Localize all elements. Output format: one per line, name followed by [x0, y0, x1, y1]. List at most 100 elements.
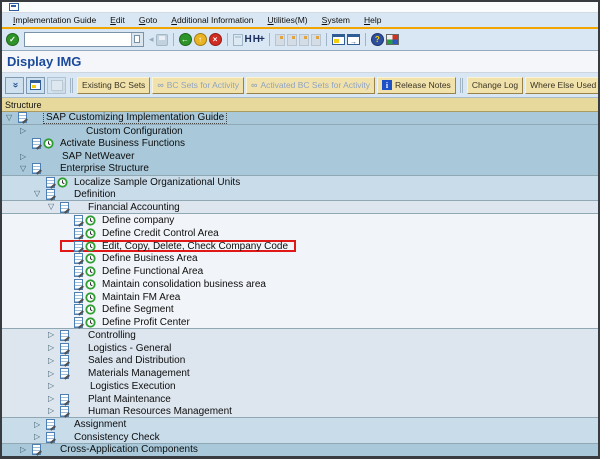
tree-item-label[interactable]: Logistics Execution [90, 381, 176, 392]
find-icon[interactable]: H [245, 34, 251, 45]
tree-row[interactable]: Define Segment [2, 303, 598, 316]
tree-row[interactable]: ▽SAP Customizing Implementation Guide [2, 112, 598, 125]
expand-arrow-icon[interactable]: ▷ [34, 421, 46, 429]
tree-item-label[interactable]: Maintain consolidation business area [102, 279, 266, 290]
tree-item-label[interactable]: Materials Management [88, 368, 190, 379]
tree-row[interactable]: ▷ Custom Configuration [2, 125, 598, 138]
position-button[interactable] [26, 77, 45, 94]
img-documentation-icon[interactable] [60, 368, 69, 379]
expand-arrow-icon[interactable]: ▷ [48, 395, 60, 403]
img-activity-icon[interactable] [85, 253, 96, 264]
collapse-arrow-icon[interactable]: ▽ [34, 190, 46, 198]
find-next-icon[interactable]: H+ [253, 34, 264, 45]
tree-row[interactable]: ▽ Financial Accounting [2, 201, 598, 214]
img-documentation-icon[interactable] [74, 317, 83, 328]
img-documentation-icon[interactable] [74, 241, 83, 252]
img-documentation-icon[interactable] [60, 394, 69, 405]
new-session-icon[interactable] [332, 34, 345, 45]
img-activity-icon[interactable] [85, 292, 96, 303]
menu-additional-information[interactable]: Additional Information [164, 15, 260, 25]
tree-row[interactable]: Maintain consolidation business area [2, 278, 598, 291]
tree-row[interactable]: ▷ Logistics Execution [2, 380, 598, 393]
customize-layout-icon[interactable] [386, 34, 399, 45]
img-documentation-icon[interactable] [74, 215, 83, 226]
enter-icon[interactable]: ✓ [6, 33, 19, 46]
tree-item-label[interactable]: Financial Accounting [88, 202, 180, 213]
img-activity-icon[interactable] [85, 266, 96, 277]
tree-item-label[interactable]: Definition [74, 189, 116, 200]
img-documentation-icon[interactable] [74, 292, 83, 303]
img-activity-icon[interactable] [85, 279, 96, 290]
img-activity-icon[interactable] [85, 304, 96, 315]
tree-item-label[interactable]: Define Segment [102, 304, 174, 315]
where-else-used-button[interactable]: Where Else Used [525, 77, 600, 94]
tree-item-label[interactable]: Human Resources Management [88, 406, 232, 417]
tree-item-label[interactable]: Assignment [74, 419, 126, 430]
tree-item-label[interactable]: Controlling [88, 330, 136, 341]
command-field[interactable] [24, 32, 144, 47]
tree-item-label[interactable]: SAP NetWeaver [62, 151, 134, 162]
img-documentation-icon[interactable] [74, 253, 83, 264]
expand-arrow-icon[interactable]: ▷ [34, 433, 46, 441]
collapse-arrow-icon[interactable]: ▽ [6, 114, 18, 122]
tree-row[interactable]: ▷ Sales and Distribution [2, 355, 598, 368]
img-documentation-icon[interactable] [60, 330, 69, 341]
tree-row[interactable]: Define Profit Center [2, 316, 598, 329]
tree-item-label[interactable]: Define Profit Center [102, 317, 190, 328]
command-dropdown-icon[interactable] [131, 33, 143, 46]
tree-item-label[interactable]: Consistency Check [74, 432, 160, 443]
expand-arrow-icon[interactable]: ▷ [48, 370, 60, 378]
tree-item-label[interactable]: Activate Business Functions [60, 138, 185, 149]
img-documentation-icon[interactable] [46, 177, 55, 188]
img-activity-icon[interactable] [85, 317, 96, 328]
menu-utilities[interactable]: Utilities(M) [261, 15, 315, 25]
create-shortcut-icon[interactable] [347, 34, 360, 45]
tree-row[interactable]: ▷ SAP NetWeaver [2, 150, 598, 163]
expand-arrow-icon[interactable]: ▷ [20, 153, 32, 161]
tree-row[interactable]: ▷ Plant Maintenance [2, 393, 598, 406]
img-documentation-icon[interactable] [60, 355, 69, 366]
img-documentation-icon[interactable] [74, 228, 83, 239]
tree-row[interactable]: ▷ Consistency Check [2, 431, 598, 444]
tree-row[interactable]: ▷Cross-Application Components [2, 444, 598, 456]
tree-item-label[interactable]: Cross-Application Components [60, 444, 198, 455]
existing-bc-sets-button[interactable]: Existing BC Sets [77, 77, 150, 94]
tree-row[interactable]: Define company [2, 214, 598, 227]
tree-row[interactable]: Activate Business Functions [2, 138, 598, 151]
help-icon[interactable]: ? [371, 33, 384, 46]
exit-icon[interactable]: ↑ [194, 33, 207, 46]
sap-window-icon[interactable] [9, 3, 19, 11]
tree-row[interactable]: ▷ Materials Management [2, 367, 598, 380]
expand-arrow-icon[interactable]: ▷ [48, 357, 60, 365]
img-documentation-icon[interactable] [46, 432, 55, 443]
expand-arrow-icon[interactable]: ▷ [48, 331, 60, 339]
expand-arrow-icon[interactable]: ▷ [20, 127, 32, 135]
img-documentation-icon[interactable] [32, 138, 41, 149]
collapse-arrow-icon[interactable]: ▽ [48, 203, 60, 211]
img-activity-icon[interactable] [57, 177, 68, 188]
tree-row[interactable]: ▷ Controlling [2, 329, 598, 342]
tree-item-label[interactable]: Maintain FM Area [102, 292, 180, 303]
img-documentation-icon[interactable] [74, 279, 83, 290]
img-activity-icon[interactable] [85, 215, 96, 226]
tree-item-label[interactable]: Logistics - General [88, 343, 171, 354]
img-activity-icon[interactable] [43, 138, 54, 149]
tree-item-label[interactable]: Custom Configuration [86, 126, 183, 137]
img-documentation-icon[interactable] [60, 202, 69, 213]
tree-item-label[interactable]: Edit, Copy, Delete, Check Company Code [102, 241, 288, 252]
tree-row[interactable]: Define Functional Area [2, 265, 598, 278]
tree-row[interactable]: ▷ Human Resources Management [2, 406, 598, 419]
tree-item-label[interactable]: Sales and Distribution [88, 355, 185, 366]
menu-help[interactable]: Help [357, 15, 388, 25]
tree-item-label[interactable]: Enterprise Structure [60, 163, 149, 174]
menu-system[interactable]: System [315, 15, 357, 25]
tree-row[interactable]: Define Credit Control Area [2, 227, 598, 240]
tree-row[interactable]: Define Business Area [2, 252, 598, 265]
img-documentation-icon[interactable] [32, 163, 41, 174]
img-documentation-icon[interactable] [74, 304, 83, 315]
expand-arrow-icon[interactable]: ▷ [48, 407, 60, 415]
img-documentation-icon[interactable] [46, 419, 55, 430]
expand-arrow-icon[interactable]: ▷ [48, 382, 60, 390]
tree-item-label[interactable]: Plant Maintenance [88, 394, 171, 405]
img-activity-icon[interactable] [85, 228, 96, 239]
